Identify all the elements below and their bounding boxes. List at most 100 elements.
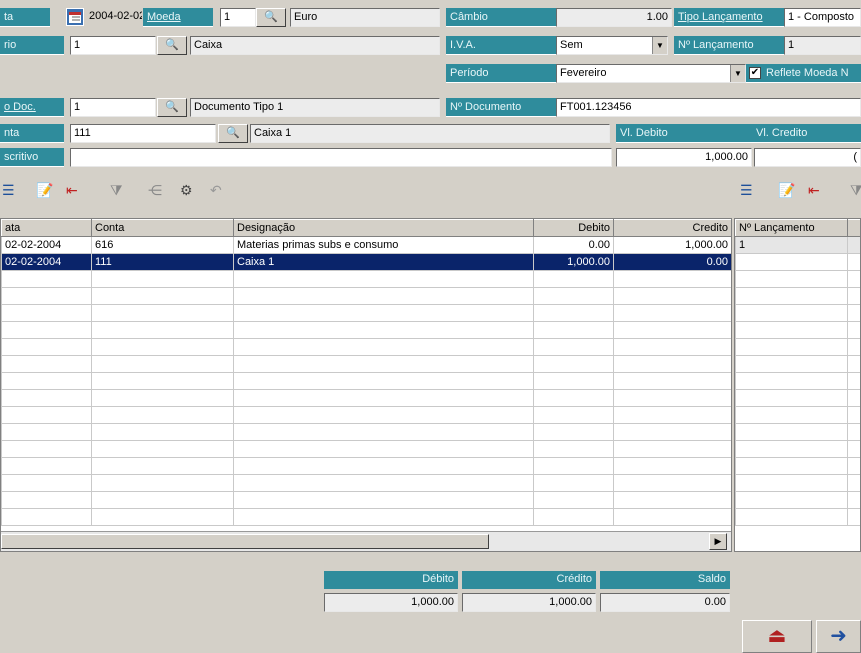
table-row-empty[interactable] — [1, 440, 731, 458]
cell-empty[interactable] — [233, 287, 534, 305]
delete-line-icon-right[interactable]: ⇤ — [808, 181, 820, 199]
cell-empty[interactable] — [735, 491, 848, 509]
vl-debito-input[interactable]: 1,000.00 — [616, 148, 752, 167]
cell-empty[interactable] — [91, 440, 234, 458]
cell-empty[interactable] — [233, 270, 534, 288]
cell-empty[interactable] — [533, 287, 614, 305]
scrollbar-thumb[interactable] — [1, 534, 489, 549]
cell-empty[interactable] — [847, 457, 860, 475]
cell-empty[interactable] — [847, 508, 860, 526]
cell-empty[interactable] — [735, 474, 848, 492]
cell-empty[interactable] — [613, 406, 731, 424]
cell-empty[interactable] — [735, 287, 848, 305]
cell-empty[interactable] — [233, 406, 534, 424]
cell-designacao[interactable]: Materias primas subs e consumo — [233, 236, 534, 254]
moeda-code-input[interactable]: 1 — [220, 8, 256, 27]
cell-empty[interactable] — [533, 457, 614, 475]
table-row-empty[interactable] — [735, 287, 860, 305]
num-lancamento-field[interactable]: 1 — [784, 36, 861, 55]
cell-empty[interactable] — [91, 423, 234, 441]
chevron-down-icon[interactable]: ▼ — [730, 65, 745, 82]
col-header-designacao[interactable]: Designação — [233, 219, 534, 237]
diario-code-input[interactable]: 1 — [70, 36, 156, 55]
insert-line-icon-right[interactable]: ☰ — [740, 181, 753, 199]
scroll-right-arrow-icon[interactable]: ▶ — [709, 533, 727, 550]
cell-empty[interactable] — [91, 491, 234, 509]
cell-empty[interactable] — [613, 508, 731, 526]
cell-empty[interactable] — [91, 372, 234, 390]
cell-empty[interactable] — [1, 491, 92, 509]
cell-empty[interactable] — [613, 321, 731, 339]
cell-empty[interactable] — [847, 406, 860, 424]
cell-empty[interactable] — [735, 253, 848, 271]
tipo-doc-code-input[interactable]: 1 — [70, 98, 156, 117]
cell-empty[interactable] — [533, 372, 614, 390]
table-row-empty[interactable] — [1, 423, 731, 441]
cell-empty[interactable] — [91, 304, 234, 322]
cell-empty[interactable] — [533, 355, 614, 373]
cell-empty[interactable] — [735, 304, 848, 322]
cell-credito[interactable]: 1,000.00 — [613, 236, 731, 254]
date-field[interactable]: 2004-02-02 — [86, 8, 142, 27]
cell-empty[interactable] — [613, 423, 731, 441]
table-row-empty[interactable] — [735, 372, 860, 390]
cell-empty[interactable] — [233, 491, 534, 509]
cell-empty[interactable] — [233, 474, 534, 492]
conta-code-input[interactable]: 111 — [70, 124, 216, 143]
tipo-lancamento-field[interactable]: 1 - Composto — [784, 8, 861, 27]
cell-empty[interactable] — [1, 304, 92, 322]
cell-empty[interactable] — [847, 389, 860, 407]
cell-empty[interactable] — [735, 423, 848, 441]
edit-line-icon[interactable]: 📝 — [36, 181, 53, 199]
cell-empty[interactable] — [847, 474, 860, 492]
cell-empty[interactable] — [533, 304, 614, 322]
table-row[interactable]: 02-02-2004 616 Materias primas subs e co… — [1, 236, 731, 254]
iva-select[interactable]: Sem ▼ — [556, 36, 668, 55]
cell-empty[interactable] — [613, 389, 731, 407]
calendar-icon[interactable] — [66, 8, 84, 26]
cell-empty[interactable] — [1, 321, 92, 339]
tree-icon[interactable]: ⋲ — [148, 181, 162, 199]
tipo-doc-search-button[interactable]: 🔍 — [157, 98, 187, 117]
cell-empty[interactable] — [91, 270, 234, 288]
cell-empty[interactable] — [533, 491, 614, 509]
cell-empty[interactable] — [847, 372, 860, 390]
cell-empty[interactable] — [847, 423, 860, 441]
cell-empty[interactable] — [735, 440, 848, 458]
cell-empty[interactable] — [91, 457, 234, 475]
table-row-empty[interactable] — [735, 406, 860, 424]
col-header-debito[interactable]: Debito — [533, 219, 614, 237]
cell-empty[interactable] — [847, 491, 860, 509]
cell-empty[interactable] — [1, 508, 92, 526]
insert-line-icon[interactable]: ☰ — [2, 181, 15, 199]
cell-empty[interactable] — [735, 321, 848, 339]
cell-empty[interactable] — [533, 389, 614, 407]
tipo-lancamento-label[interactable]: Tipo Lançamento — [674, 8, 784, 27]
cell-empty[interactable] — [533, 474, 614, 492]
cell-debito[interactable]: 0.00 — [533, 236, 614, 254]
exit-button[interactable]: ⏏ — [742, 620, 812, 653]
cell-empty[interactable] — [613, 491, 731, 509]
cell-empty[interactable] — [533, 440, 614, 458]
table-row[interactable]: 1 — [735, 236, 860, 254]
cell-empty[interactable] — [1, 355, 92, 373]
filter-icon[interactable]: ⧩ — [110, 181, 123, 199]
settings-icon[interactable]: ⚙ — [180, 181, 193, 199]
reflete-moeda-checkbox[interactable]: ✔ Reflete Moeda N — [746, 64, 861, 83]
cell-empty[interactable] — [613, 304, 731, 322]
cell-num-lancamento[interactable]: 1 — [735, 236, 848, 254]
cell-empty[interactable] — [233, 423, 534, 441]
cell-empty[interactable] — [1, 270, 92, 288]
num-documento-input[interactable]: FT001.123456 — [556, 98, 861, 117]
cell-empty[interactable] — [533, 338, 614, 356]
table-row-empty[interactable] — [1, 406, 731, 424]
table-row-empty[interactable] — [735, 423, 860, 441]
cell-empty[interactable] — [1, 440, 92, 458]
cell-empty[interactable] — [233, 457, 534, 475]
table-row-empty[interactable] — [735, 253, 860, 271]
confirm-button[interactable]: ➜ — [816, 620, 861, 653]
cambio-field[interactable]: 1.00 — [556, 8, 672, 27]
table-row-empty[interactable] — [735, 389, 860, 407]
cell-credito[interactable]: 0.00 — [613, 253, 731, 271]
cell-empty[interactable] — [1, 372, 92, 390]
